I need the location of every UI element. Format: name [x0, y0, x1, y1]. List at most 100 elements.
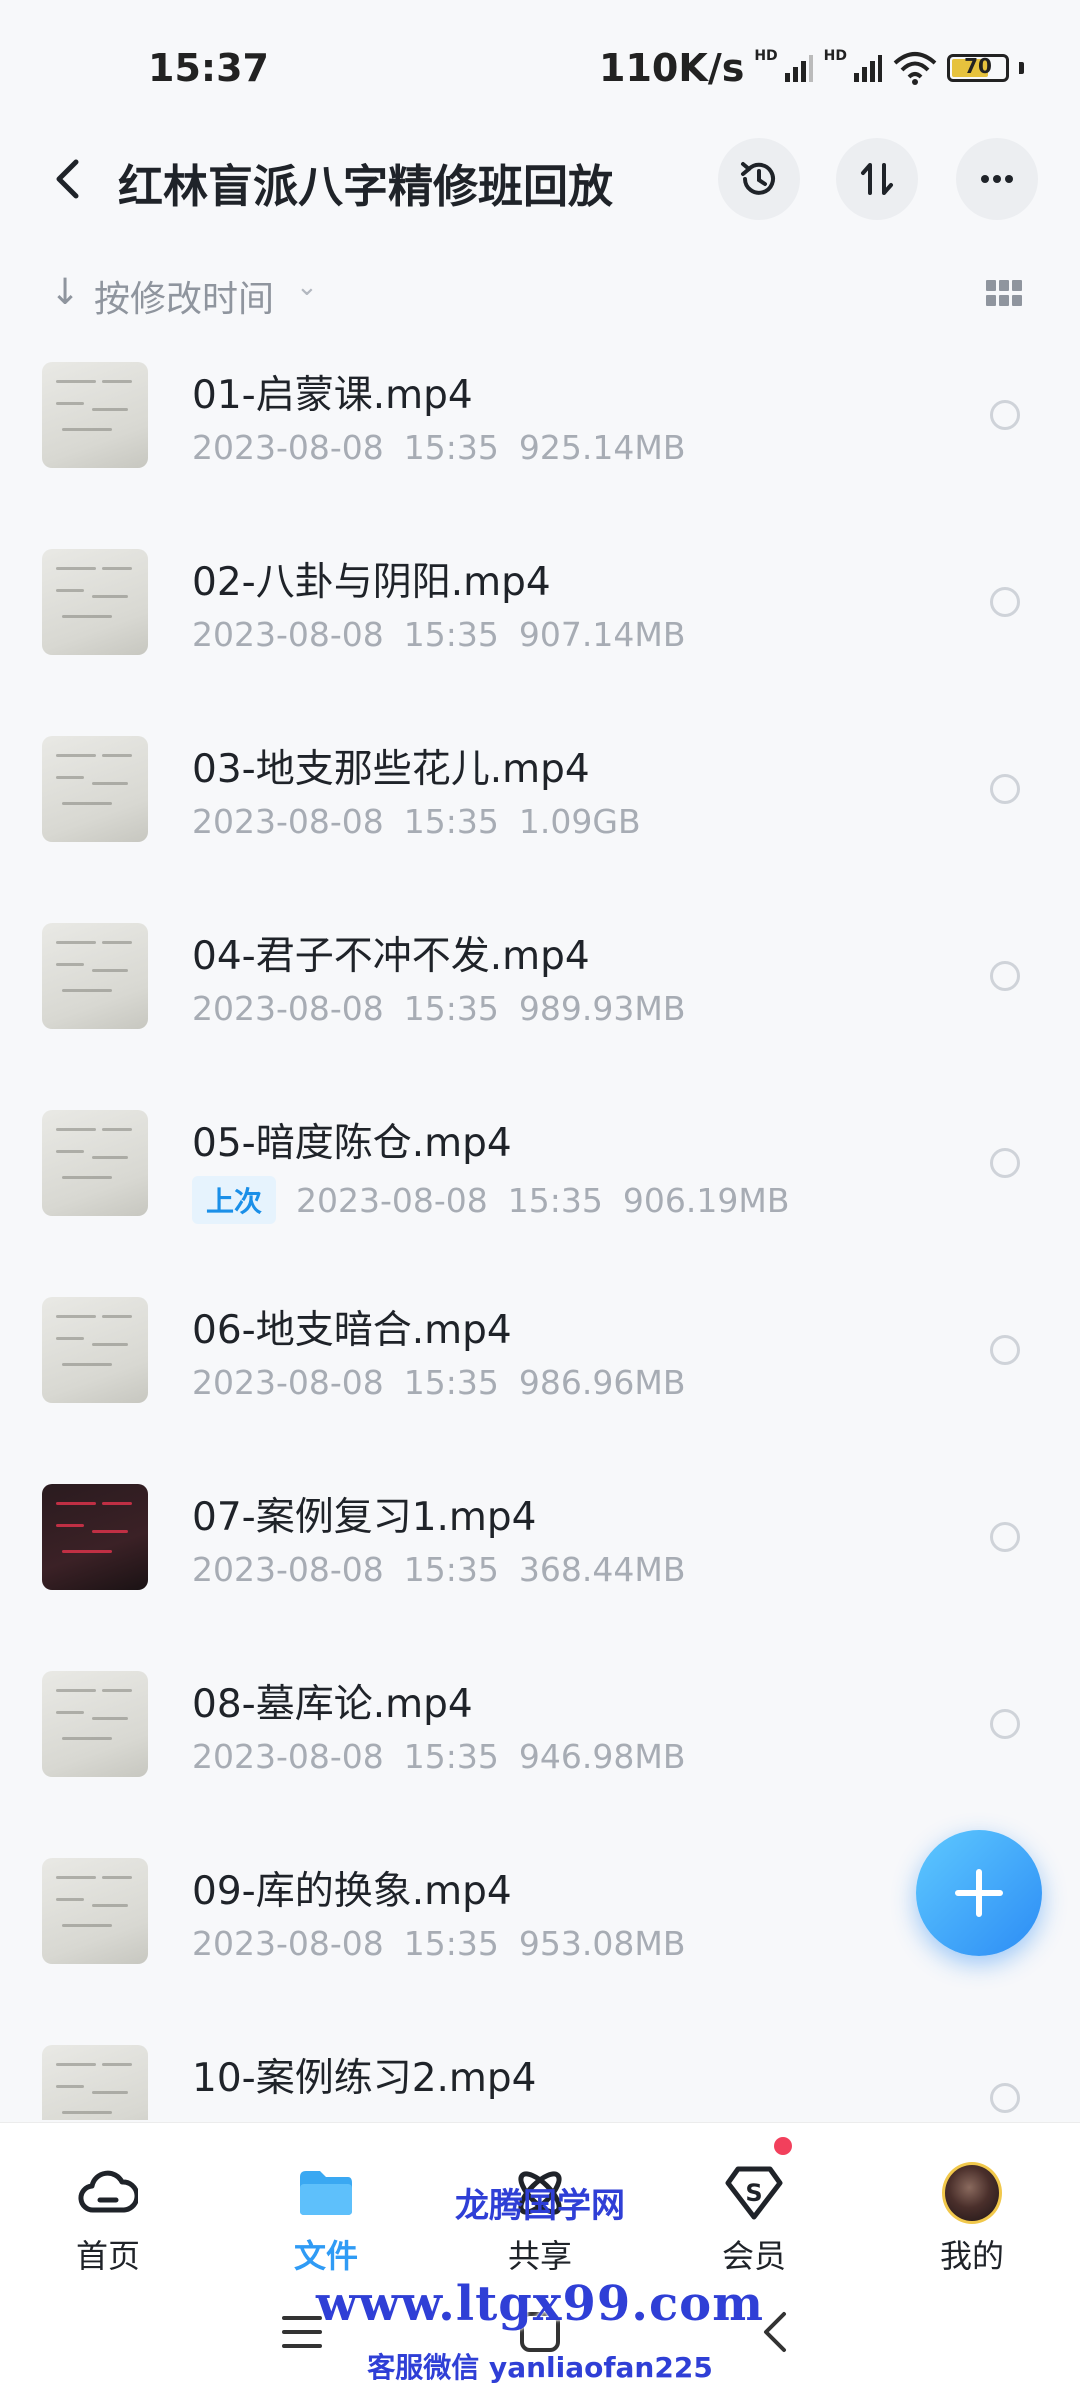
nav-label: 会员	[721, 2237, 786, 2275]
file-size: 986.96MB	[518, 1363, 686, 1402]
select-checkbox[interactable]	[990, 2083, 1020, 2113]
last-played-badge: 上次	[192, 1176, 277, 1224]
back-arrow-icon[interactable]	[44, 154, 94, 204]
nav-label: 首页	[75, 2237, 140, 2275]
video-thumbnail	[42, 923, 148, 1029]
file-name: 07-案例复习1.mp4	[192, 1495, 537, 1540]
file-name: 05-暗度陈仓.mp4	[192, 1121, 512, 1166]
more-button[interactable]	[956, 138, 1038, 220]
file-name: 03-地支那些花儿.mp4	[192, 747, 590, 792]
file-date: 2023-08-08	[192, 1550, 384, 1589]
watermark-contact: 客服微信 yanliaofan225	[367, 2351, 713, 2384]
wifi-icon	[893, 52, 937, 85]
file-date: 2023-08-08	[296, 1180, 488, 1220]
file-size: 907.14MB	[518, 615, 686, 654]
hd-label: HD	[754, 48, 778, 64]
file-meta: 2023-08-08 15:35 986.96MB	[192, 1363, 685, 1402]
file-time: 15:35	[507, 1180, 603, 1220]
select-checkbox[interactable]	[990, 1709, 1020, 1739]
plus-icon	[955, 1869, 1003, 1917]
file-name: 08-墓库论.mp4	[192, 1682, 473, 1727]
file-date: 2023-08-08	[192, 428, 384, 467]
file-meta: 上次 2023-08-08 15:35 906.19MB	[192, 1176, 790, 1224]
file-name: 02-八卦与阴阳.mp4	[192, 560, 551, 605]
grid-view-icon[interactable]	[986, 280, 1022, 306]
file-time: 15:35	[403, 1924, 499, 1963]
sort-selector[interactable]: 按修改时间	[94, 270, 274, 322]
file-row[interactable]: 08-墓库论.mp4 2023-08-08 15:35 946.98MB	[0, 1649, 1080, 1836]
sort-updown-icon	[861, 163, 893, 195]
add-button[interactable]	[916, 1830, 1042, 1956]
file-row[interactable]: 09-库的换象.mp4 2023-08-08 15:35 953.08MB	[0, 1836, 1080, 2023]
file-row[interactable]: 10-案例练习2.mp4	[0, 2023, 1080, 2120]
file-meta: 2023-08-08 15:35 953.08MB	[192, 1924, 685, 1963]
file-date: 2023-08-08	[192, 989, 384, 1028]
file-date: 2023-08-08	[192, 615, 384, 654]
file-meta: 2023-08-08 15:35 925.14MB	[192, 428, 685, 467]
watermark-site-name: 龙腾国学网	[455, 2186, 625, 2226]
select-checkbox[interactable]	[990, 400, 1020, 430]
file-time: 15:35	[403, 1550, 499, 1589]
file-name: 04-君子不冲不发.mp4	[192, 934, 590, 979]
hd-label: HD	[823, 48, 847, 64]
select-checkbox[interactable]	[990, 774, 1020, 804]
file-row[interactable]: 02-八卦与阴阳.mp4 2023-08-08 15:35 907.14MB	[0, 527, 1080, 714]
sort-bar: ↓ 按修改时间 ⌄	[0, 258, 1080, 328]
file-date: 2023-08-08	[192, 802, 384, 841]
video-thumbnail	[42, 1110, 148, 1216]
select-checkbox[interactable]	[990, 961, 1020, 991]
status-indicators: 110K/s HD HD 70	[599, 46, 1024, 90]
file-size: 946.98MB	[518, 1737, 686, 1776]
battery-level: 70	[964, 54, 992, 78]
notification-dot	[774, 2137, 792, 2155]
file-row[interactable]: 03-地支那些花儿.mp4 2023-08-08 15:35 1.09GB	[0, 714, 1080, 901]
more-icon	[981, 175, 1013, 183]
watermark-url: www.ltgx99.com	[316, 2276, 764, 2332]
header: 红林盲派八字精修班回放	[0, 120, 1080, 240]
status-bar: 15:37 110K/s HD HD 70	[0, 0, 1080, 120]
file-meta: 2023-08-08 15:35 907.14MB	[192, 615, 685, 654]
file-row[interactable]: 01-启蒙课.mp4 2023-08-08 15:35 925.14MB	[0, 340, 1080, 527]
file-name: 01-启蒙课.mp4	[192, 373, 473, 418]
select-checkbox[interactable]	[990, 587, 1020, 617]
file-date: 2023-08-08	[192, 1363, 384, 1402]
page-title: 红林盲派八字精修班回放	[118, 160, 614, 213]
sort-order-button[interactable]	[836, 138, 918, 220]
history-icon	[741, 162, 775, 195]
file-time: 15:35	[403, 802, 499, 841]
nav-label: 我的	[939, 2237, 1004, 2275]
file-meta: 2023-08-08 15:35 1.09GB	[192, 802, 641, 841]
video-thumbnail	[42, 1858, 148, 1964]
video-thumbnail	[42, 549, 148, 655]
file-time: 15:35	[403, 1363, 499, 1402]
file-meta: 2023-08-08 15:35 368.44MB	[192, 1550, 685, 1589]
file-meta: 2023-08-08 15:35 946.98MB	[192, 1737, 685, 1776]
status-time: 15:37	[148, 46, 269, 90]
nav-label: 共享	[507, 2237, 572, 2275]
file-name: 06-地支暗合.mp4	[192, 1308, 512, 1353]
file-size: 953.08MB	[518, 1924, 686, 1963]
file-row[interactable]: 07-案例复习1.mp4 2023-08-08 15:35 368.44MB	[0, 1462, 1080, 1649]
file-size: 1.09GB	[518, 802, 641, 841]
file-row[interactable]: 04-君子不冲不发.mp4 2023-08-08 15:35 989.93MB	[0, 901, 1080, 1088]
network-speed: 110K/s	[599, 46, 745, 90]
file-meta: 2023-08-08 15:35 989.93MB	[192, 989, 685, 1028]
battery-icon: 70	[947, 54, 1009, 82]
video-thumbnail	[42, 1671, 148, 1777]
battery-tip	[1019, 62, 1024, 74]
chevron-down-icon[interactable]: ⌄	[296, 272, 318, 302]
select-checkbox[interactable]	[990, 1335, 1020, 1365]
signal-icon	[784, 55, 813, 82]
file-name: 10-案例练习2.mp4	[192, 2056, 537, 2101]
select-checkbox[interactable]	[990, 1522, 1020, 1552]
file-date: 2023-08-08	[192, 1924, 384, 1963]
history-button[interactable]	[718, 138, 800, 220]
file-list: 01-启蒙课.mp4 2023-08-08 15:35 925.14MB 02-八卦与阴…	[0, 340, 1080, 2120]
file-name: 09-库的换象.mp4	[192, 1869, 512, 1914]
file-size: 989.93MB	[518, 989, 686, 1028]
file-row[interactable]: 06-地支暗合.mp4 2023-08-08 15:35 986.96MB	[0, 1275, 1080, 1462]
file-row[interactable]: 05-暗度陈仓.mp4 上次 2023-08-08 15:35 906.19MB	[0, 1088, 1080, 1275]
file-size: 925.14MB	[518, 428, 686, 467]
file-time: 15:35	[403, 1737, 499, 1776]
select-checkbox[interactable]	[990, 1148, 1020, 1178]
